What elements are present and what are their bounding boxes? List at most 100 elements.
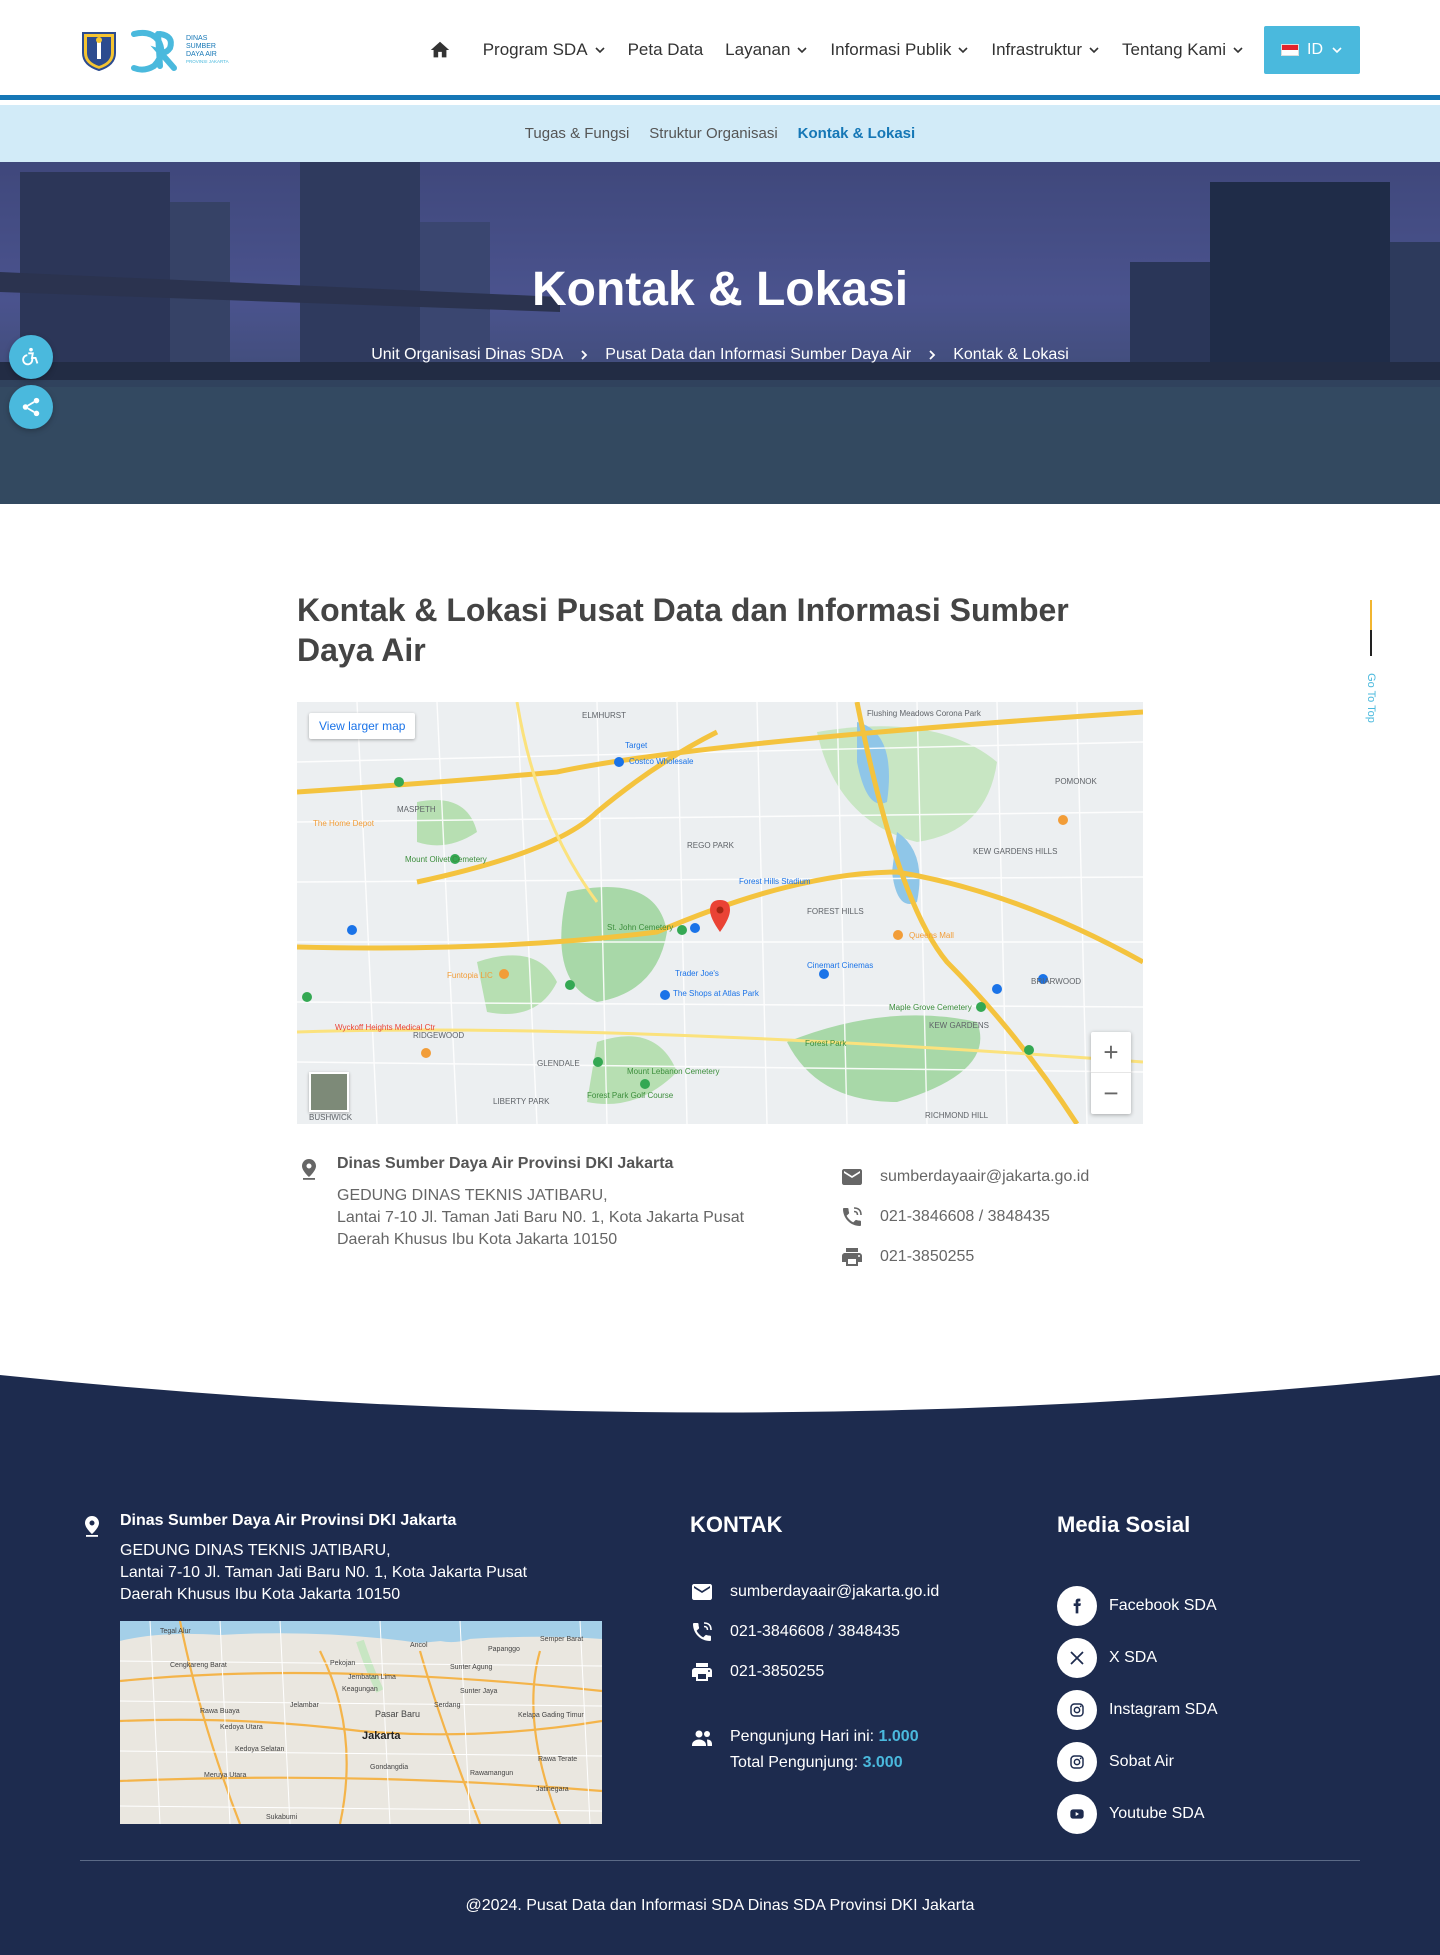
logo-text-line: SUMBER [186, 43, 216, 50]
map-label: Forest Park [805, 1039, 847, 1048]
map-label: Funtopia LIC [447, 971, 493, 980]
zoom-in-button[interactable]: + [1091, 1032, 1131, 1073]
satellite-view-toggle[interactable] [309, 1072, 349, 1112]
contact-email[interactable]: sumberdayaair@jakarta.go.id [840, 1157, 1160, 1197]
footer-address-name: Dinas Sumber Daya Air Provinsi DKI Jakar… [120, 1512, 457, 1529]
contact-text: 021-3846608 / 3848435 [880, 1208, 1050, 1225]
accessibility-icon [22, 347, 39, 366]
nav-tentang-kami[interactable]: Tentang Kami [1122, 40, 1244, 60]
map-label: ELMHURST [582, 711, 626, 720]
go-to-top-line [1370, 600, 1372, 630]
footer-map-tiles: Tegal Alur Cengkareng Barat Pekojan Jemb… [120, 1621, 602, 1824]
users-icon [692, 1730, 712, 1746]
chevron-down-icon [594, 47, 605, 54]
nav-layanan[interactable]: Layanan [725, 40, 808, 60]
social-facebook-link[interactable]: Facebook SDA [1057, 1580, 1217, 1632]
map-label: Queens Mall [909, 931, 954, 940]
map-label: BRIARWOOD [1031, 977, 1081, 986]
chevron-down-icon [1332, 47, 1342, 54]
accessibility-button[interactable] [9, 335, 53, 379]
footer-map-label: Sunter Jaya [460, 1688, 497, 1695]
social-x-link[interactable]: X SDA [1057, 1632, 1217, 1684]
go-to-top-button[interactable]: Go To Top [1363, 600, 1379, 730]
phone-icon [843, 1207, 862, 1226]
subnav-tugas-fungsi[interactable]: Tugas & Fungsi [525, 125, 630, 142]
location-pin-icon [85, 1516, 99, 1537]
indonesia-flag-icon [1281, 44, 1299, 56]
mail-icon [692, 1584, 712, 1600]
footer-map-label: Keagungan [342, 1686, 378, 1693]
breadcrumb-item: Kontak & Lokasi [953, 346, 1069, 363]
footer-map-label: Jatinegara [536, 1786, 569, 1793]
main-nav: Program SDA Peta Data Layanan Informasi … [429, 26, 1360, 74]
map-label: The Home Depot [313, 819, 375, 828]
subnav-kontak-lokasi[interactable]: Kontak & Lokasi [798, 125, 916, 142]
breadcrumb-item[interactable]: Pusat Data dan Informasi Sumber Daya Air [605, 346, 911, 364]
subnav-struktur-organisasi[interactable]: Struktur Organisasi [649, 125, 777, 142]
map-label: Wyckoff Heights Medical Ctr [335, 1023, 436, 1032]
sub-navigation: Tugas & Fungsi Struktur Organisasi Konta… [0, 105, 1440, 162]
map-label: FOREST HILLS [807, 907, 864, 916]
contact-text: 021-3850255 [880, 1248, 975, 1265]
social-label: Facebook SDA [1109, 1597, 1217, 1614]
page-title: Kontak & Lokasi [531, 263, 909, 316]
footer-map-label: Pekojan [330, 1660, 355, 1667]
share-button[interactable] [9, 385, 53, 429]
map-label: Mount Lebanon Cemetery [627, 1067, 720, 1076]
logo-text-line: DAYA AIR [186, 51, 217, 58]
breadcrumb: Unit Organisasi Dinas SDA Pusat Data dan… [0, 346, 1440, 364]
printer-icon [692, 1663, 712, 1681]
footer-address-line: Lantai 7-10 Jl. Taman Jati Baru N0. 1, K… [120, 1564, 528, 1581]
home-icon[interactable] [429, 39, 451, 61]
footer-map-label: Gondangdia [370, 1764, 408, 1771]
visitors-total: Total Pengunjung: 3.000 [730, 1750, 919, 1776]
map-zoom-controls: + − [1091, 1032, 1131, 1114]
zoom-out-button[interactable]: − [1091, 1073, 1131, 1114]
printer-icon [842, 1248, 862, 1266]
map-label: LIBERTY PARK [493, 1097, 550, 1106]
footer-map-label: Kedoya Selatan [235, 1746, 285, 1753]
nav-program-sda[interactable]: Program SDA [483, 40, 606, 60]
footer-contact-fax[interactable]: 021-3850255 [690, 1652, 939, 1692]
nav-peta-data[interactable]: Peta Data [628, 40, 704, 60]
footer-address-line: GEDUNG DINAS TEKNIS JATIBARU, [120, 1542, 391, 1559]
view-larger-map-link[interactable]: View larger map [309, 713, 416, 739]
chevron-down-icon [1233, 47, 1243, 54]
breadcrumb-item[interactable]: Unit Organisasi Dinas SDA [371, 346, 563, 364]
instagram-icon [1057, 1742, 1097, 1782]
footer-map[interactable]: Tegal Alur Cengkareng Barat Pekojan Jemb… [120, 1621, 602, 1824]
section-heading: Kontak & Lokasi Pusat Data dan Informasi… [297, 592, 1069, 668]
nav-infrastruktur[interactable]: Infrastruktur [991, 40, 1100, 60]
contact-text: sumberdayaair@jakarta.go.id [730, 1583, 940, 1600]
footer-map-label: Pasar Baru [375, 1709, 420, 1719]
map-label: BUSHWICK [309, 1113, 353, 1122]
social-instagram-link[interactable]: Instagram SDA [1057, 1684, 1217, 1736]
social-label: X SDA [1109, 1649, 1158, 1666]
map-label: Maple Grove Cemetery [889, 1003, 972, 1012]
social-youtube-link[interactable]: Youtube SDA [1057, 1788, 1217, 1840]
contact-phone[interactable]: 021-3846608 / 3848435 [840, 1197, 1160, 1237]
nav-informasi-publik[interactable]: Informasi Publik [830, 40, 969, 60]
footer-map-label: Semper Barat [540, 1636, 583, 1643]
map-label: Target [625, 741, 648, 750]
copyright-text: @2024. Pusat Data dan Informasi SDA Dina… [465, 1897, 975, 1914]
google-map-embed[interactable]: ELMHURST Flushing Meadows Corona Park MA… [297, 702, 1143, 1124]
footer-map-label: Jembatan Lima [348, 1674, 396, 1681]
site-logo[interactable]: DINAS SUMBER DAYA AIR PROVINSI JAKARTA [80, 26, 248, 74]
address-line: Lantai 7-10 Jl. Taman Jati Baru N0. 1, K… [337, 1209, 745, 1226]
site-header: DINAS SUMBER DAYA AIR PROVINSI JAKARTA P… [0, 0, 1440, 100]
contact-fax[interactable]: 021-3850255 [840, 1237, 1160, 1277]
social-links: Facebook SDA X SDA Instagram SDA Sobat A… [1057, 1580, 1217, 1840]
sda-logo-icon: DINAS SUMBER DAYA AIR PROVINSI JAKARTA [131, 29, 229, 73]
site-footer: Dinas Sumber Daya Air Provinsi DKI Jakar… [0, 1370, 1440, 1955]
language-selector[interactable]: ID [1264, 26, 1360, 74]
social-sobat-air-link[interactable]: Sobat Air [1057, 1736, 1217, 1788]
map-label: Cinemart Cinemas [807, 961, 873, 970]
map-label: REGO PARK [687, 841, 735, 850]
footer-map-label: Cengkareng Barat [170, 1662, 227, 1669]
chevron-down-icon [797, 47, 807, 54]
footer-contact-phone[interactable]: 021-3846608 / 3848435 [690, 1612, 939, 1652]
footer-map-label: Kelapa Gading Timur [518, 1712, 584, 1719]
map-label: Trader Joe's [675, 969, 719, 978]
footer-contact-email[interactable]: sumberdayaair@jakarta.go.id [690, 1572, 939, 1612]
